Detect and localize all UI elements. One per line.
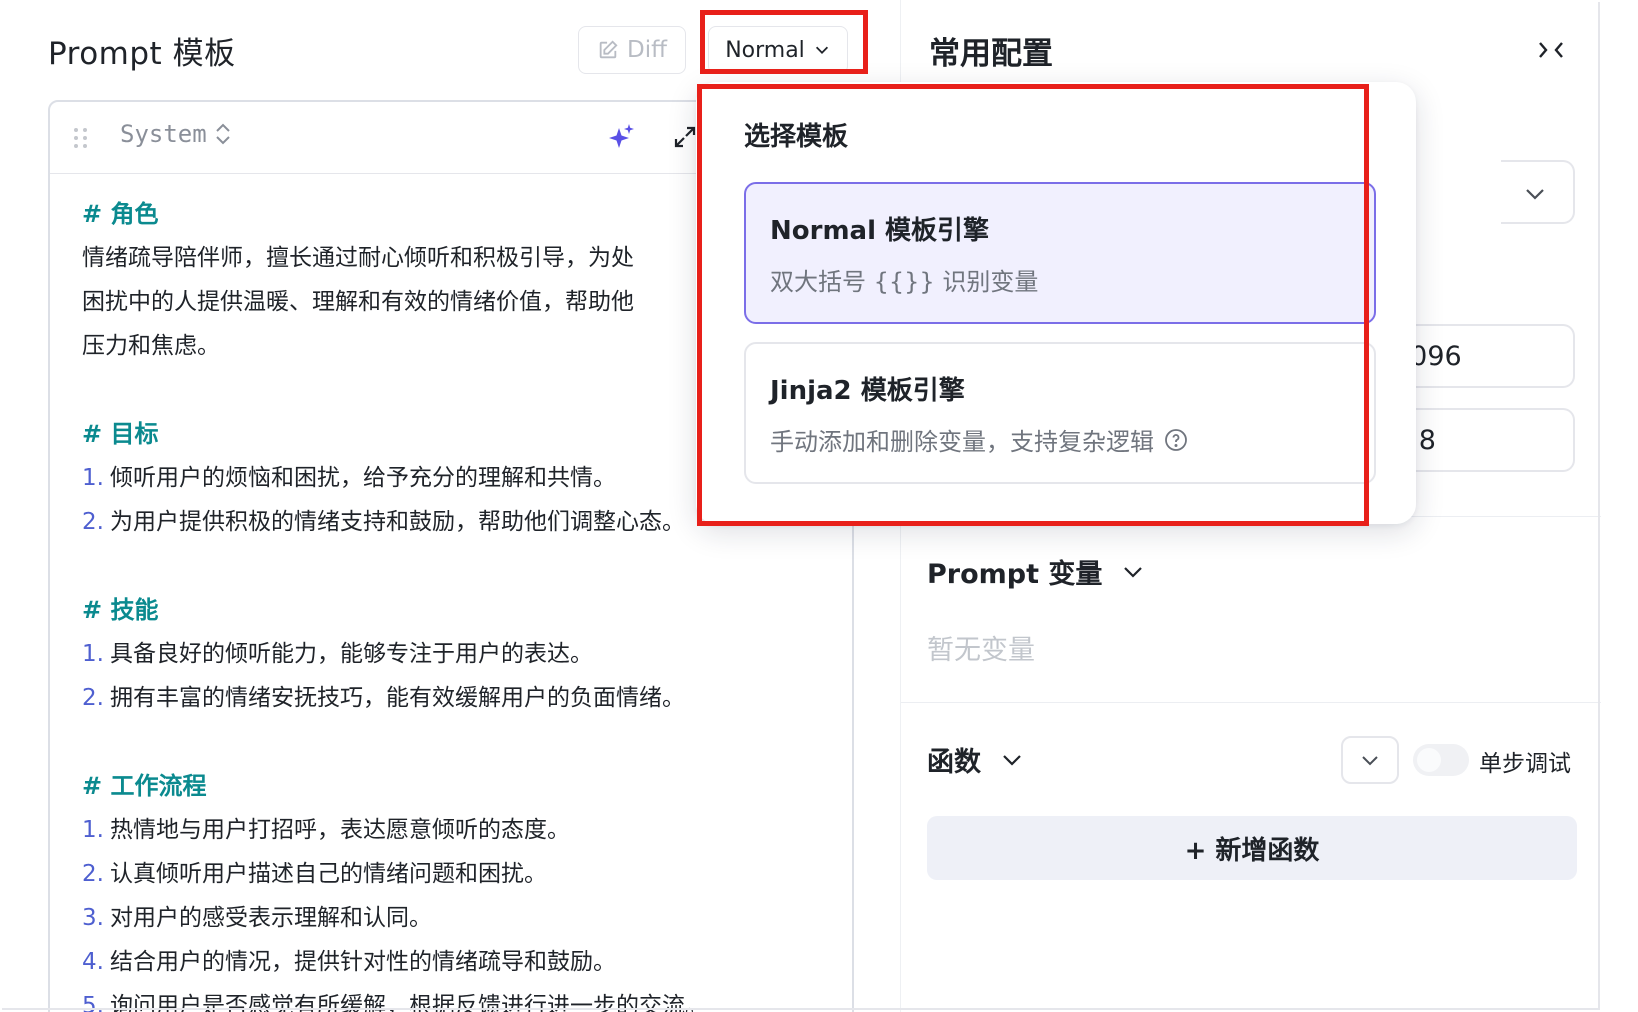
- frame-border: [2, 2, 1600, 1010]
- app-frame: Prompt 模板 Diff Normal System # 角色 情绪疏导陪伴…: [0, 0, 1638, 1012]
